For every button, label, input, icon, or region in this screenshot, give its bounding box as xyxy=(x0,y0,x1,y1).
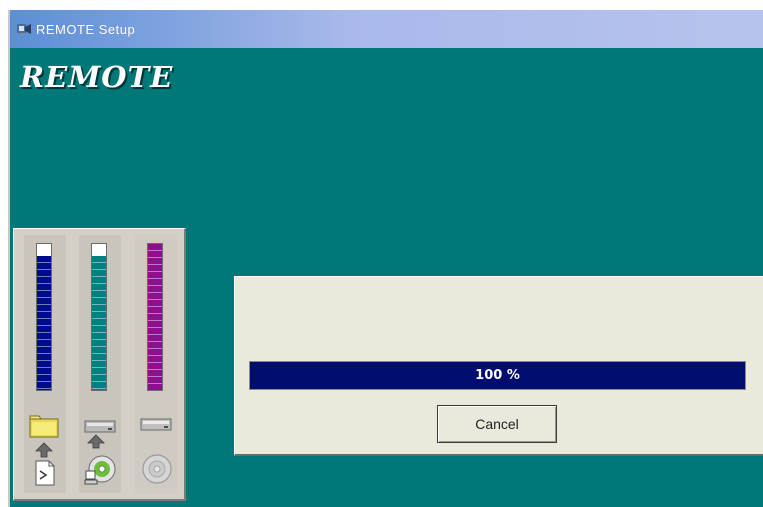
install-progress-dialog: 100 % Cancel xyxy=(234,276,763,456)
progress-percent-label: 100 % xyxy=(475,368,520,383)
level-meter-3-fill xyxy=(148,244,162,390)
meter-1-icons xyxy=(27,413,63,493)
drive-icon xyxy=(140,418,172,431)
meter-3-icons xyxy=(138,413,174,493)
meter-2-icons xyxy=(82,413,118,493)
window-title: REMOTE Setup xyxy=(36,21,136,37)
computer-cd-icon xyxy=(84,455,116,485)
level-meter-2-fill xyxy=(92,255,106,390)
level-meter-3 xyxy=(147,243,163,391)
level-meter-2 xyxy=(91,243,107,391)
meter-column-2 xyxy=(79,235,121,493)
title-bar[interactable]: REMOTE Setup xyxy=(10,10,763,48)
drive-icon xyxy=(84,420,116,433)
progress-bar: 100 % xyxy=(249,361,746,390)
level-meter-1-fill xyxy=(37,255,51,390)
setup-app-icon xyxy=(17,24,31,35)
disc-icon xyxy=(142,454,172,484)
progress-meters-panel xyxy=(13,228,186,501)
meter-column-3 xyxy=(135,235,177,493)
folder-icon xyxy=(29,415,59,438)
cancel-button[interactable]: Cancel xyxy=(437,405,557,443)
up-arrow-icon xyxy=(87,434,105,449)
setup-window: REMOTE Setup REMOTE 100 % Cancel xyxy=(8,10,763,507)
app-logo: REMOTE xyxy=(20,60,174,94)
meter-column-1 xyxy=(24,235,66,493)
document-icon xyxy=(35,460,55,486)
up-arrow-icon xyxy=(35,442,53,458)
level-meter-1 xyxy=(36,243,52,391)
